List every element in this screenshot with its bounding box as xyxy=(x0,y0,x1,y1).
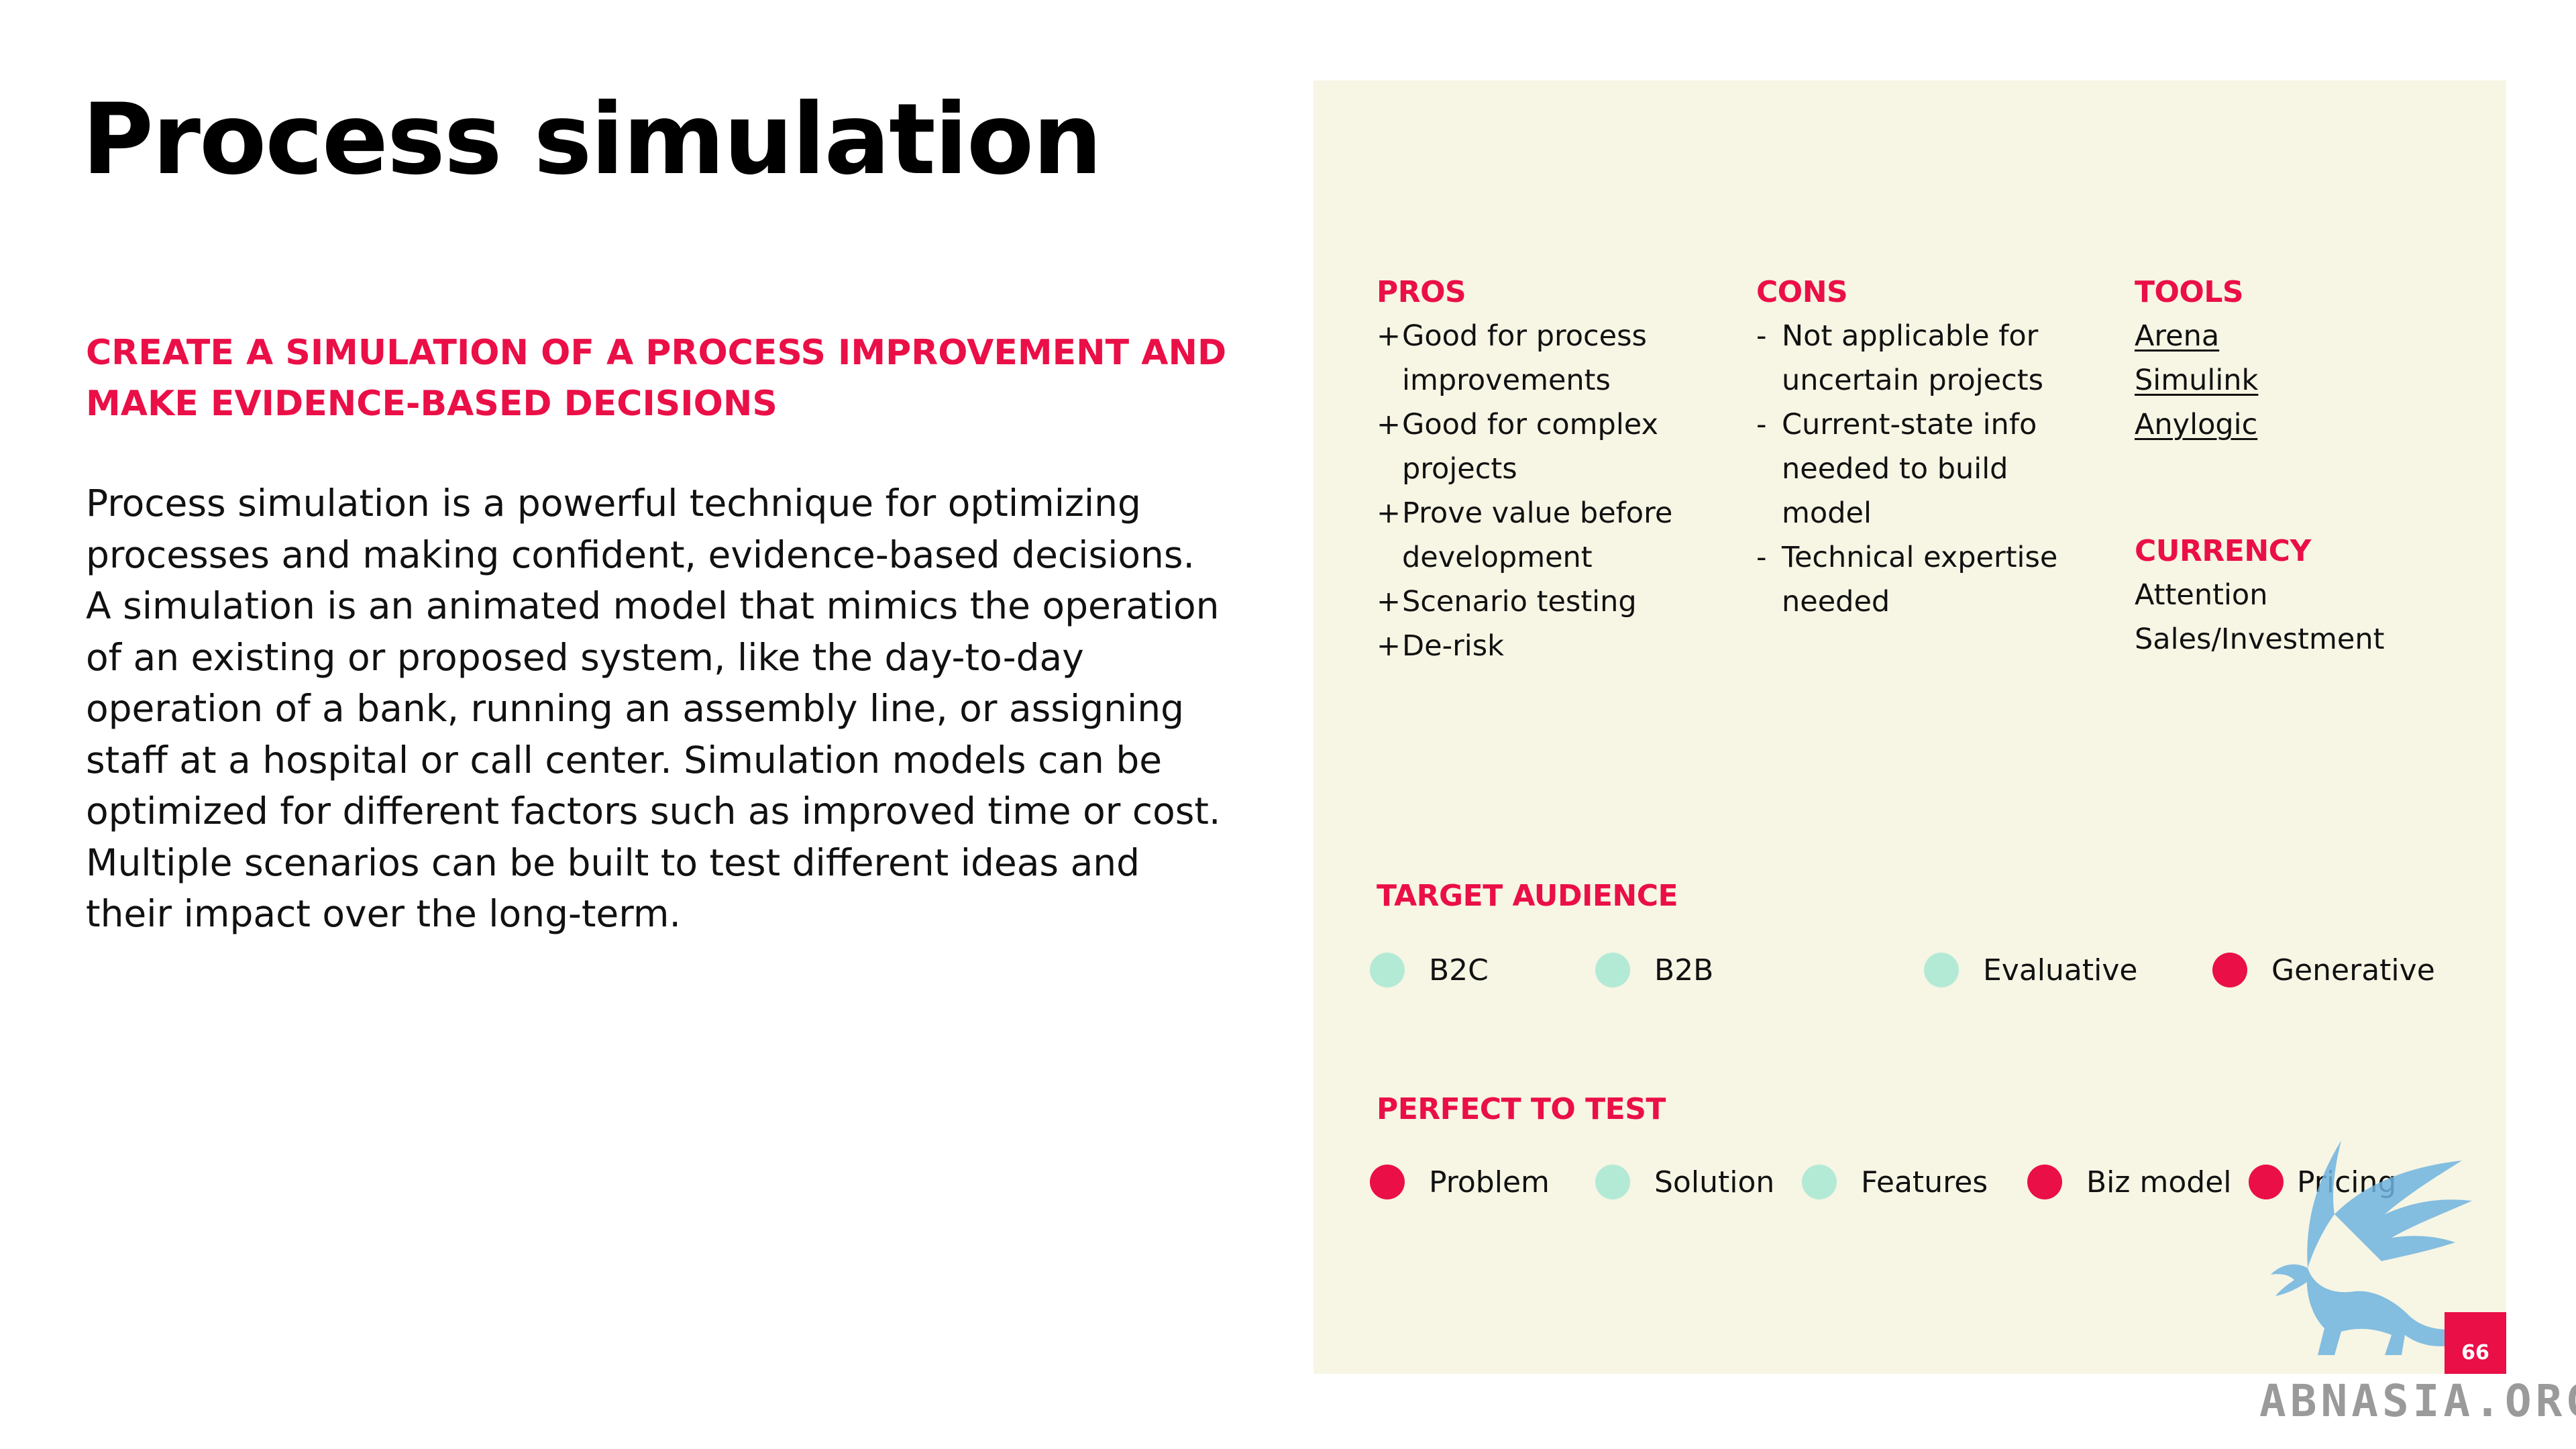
plus-marker: + xyxy=(1377,585,1401,619)
tools-list: Arena Simulink Anylogic xyxy=(2135,314,2258,447)
page-number-badge: 66 xyxy=(2445,1312,2506,1374)
description-paragraph: Process simulation is a powerful techniq… xyxy=(86,482,1221,935)
plus-marker: + xyxy=(1377,408,1401,441)
audience-b2b: B2B xyxy=(1595,950,1713,990)
status-dot xyxy=(1370,1165,1405,1199)
pros-label: PROS xyxy=(1377,275,1466,309)
test-biz-model: Biz model xyxy=(2027,1162,2232,1202)
tools-label: TOOLS xyxy=(2135,275,2244,309)
cons-item: - Technical expertise needed xyxy=(1756,535,2105,624)
test-features: Features xyxy=(1802,1162,1988,1202)
target-audience-label: TARGET AUDIENCE xyxy=(1377,879,1678,913)
tool-link-arena[interactable]: Arena xyxy=(2135,319,2219,353)
test-solution: Solution xyxy=(1595,1162,1774,1202)
status-dot xyxy=(2027,1165,2062,1199)
plus-marker: + xyxy=(1377,496,1401,530)
pros-item: + Good for process improvements xyxy=(1377,314,1725,402)
status-dot xyxy=(1924,953,1959,987)
status-dot xyxy=(1370,953,1405,987)
status-dot xyxy=(1595,953,1630,987)
pros-list: + Good for process improvements + Good for… xyxy=(1377,314,1725,668)
pros-item: + De-risk xyxy=(1377,624,1725,668)
audience-evaluative: Evaluative xyxy=(1924,950,2137,990)
status-dot xyxy=(1802,1165,1837,1199)
cons-list: - Not applicable for uncertain projects -… xyxy=(1756,314,2105,624)
test-problem: Problem xyxy=(1370,1162,1550,1202)
currency-item: Attention xyxy=(2135,578,2268,612)
cons-item: - Not applicable for uncertain projects xyxy=(1756,314,2105,402)
currency-list: Attention Sales/Investment xyxy=(2135,573,2385,661)
audience-generative: Generative xyxy=(2212,950,2435,990)
watermark-text: ABNASIA.ORG xyxy=(2259,1375,2576,1427)
pros-item: + Scenario testing xyxy=(1377,580,1725,624)
minus-marker: - xyxy=(1756,319,1767,353)
audience-b2c: B2C xyxy=(1370,950,1489,990)
status-dot xyxy=(1595,1165,1630,1199)
tool-link-simulink[interactable]: Simulink xyxy=(2135,364,2258,397)
pros-item: + Prove value before development xyxy=(1377,491,1725,580)
tool-link-anylogic[interactable]: Anylogic xyxy=(2135,408,2257,441)
plus-marker: + xyxy=(1377,319,1401,353)
currency-label: CURRENCY xyxy=(2135,534,2311,568)
status-dot xyxy=(2212,953,2247,987)
perfect-to-test-label: PERFECT TO TEST xyxy=(1377,1092,1666,1126)
cons-item: - Current-state info needed to build mode… xyxy=(1756,402,2105,535)
currency-item: Sales/Investment xyxy=(2135,623,2385,656)
minus-marker: - xyxy=(1756,541,1767,574)
pros-item: + Good for complex projects xyxy=(1377,402,1725,491)
cons-label: CONS xyxy=(1756,275,1848,309)
minus-marker: - xyxy=(1756,408,1767,441)
page-title: Process simulation xyxy=(82,83,1102,197)
plus-marker: + xyxy=(1377,629,1401,663)
subtitle: CREATE A SIMULATION OF A PROCESS IMPROVE… xyxy=(86,333,1227,424)
